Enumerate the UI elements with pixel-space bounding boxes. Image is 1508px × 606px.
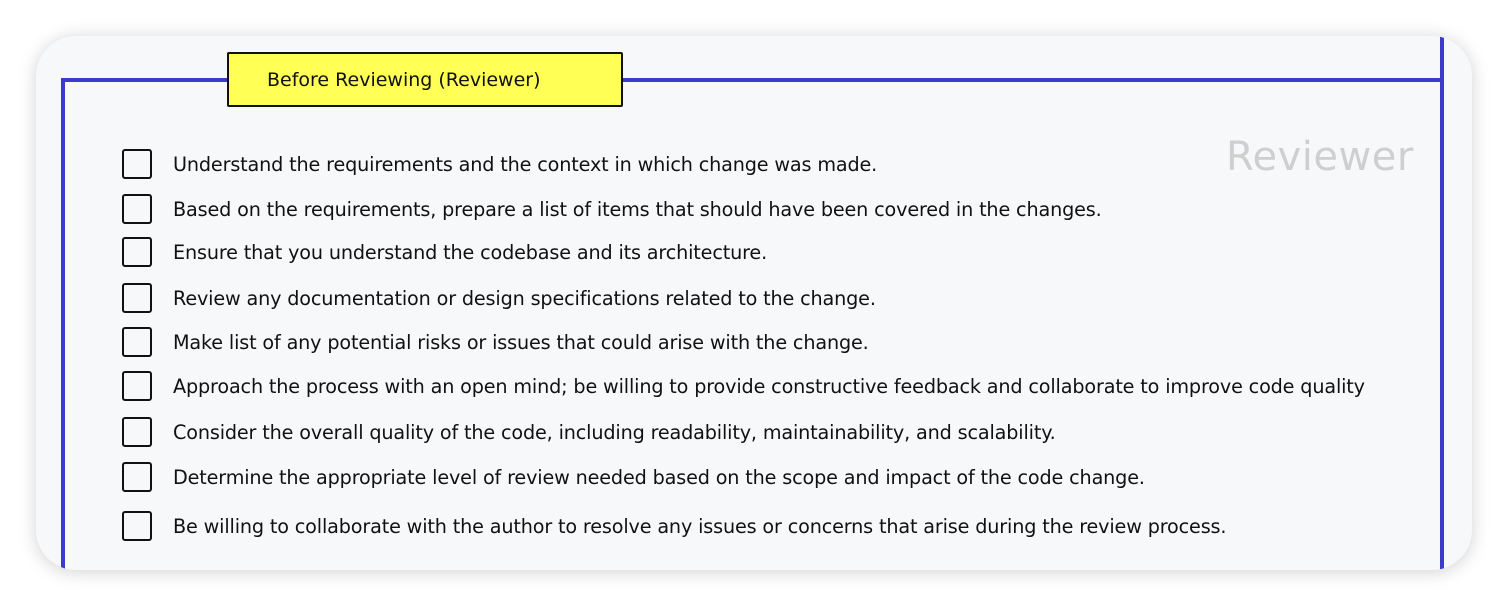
checkbox[interactable] (122, 462, 152, 492)
checklist-item[interactable]: Consider the overall quality of the code… (122, 415, 1056, 449)
checklist-item[interactable]: Be willing to collaborate with the autho… (122, 509, 1226, 543)
checkbox[interactable] (122, 194, 152, 224)
checklist: Understand the requirements and the cont… (122, 36, 1462, 570)
checklist-item-label: Ensure that you understand the codebase … (173, 240, 768, 264)
checklist-item[interactable]: Approach the process with an open mind; … (122, 369, 1365, 403)
checklist-item[interactable]: Ensure that you understand the codebase … (122, 235, 767, 269)
checklist-item-label: Understand the requirements and the cont… (173, 152, 878, 176)
checklist-item[interactable]: Based on the requirements, prepare a lis… (122, 192, 1102, 226)
checklist-item[interactable]: Make list of any potential risks or issu… (122, 325, 869, 359)
checkbox[interactable] (122, 237, 152, 267)
checklist-item[interactable]: Determine the appropriate level of revie… (122, 460, 1145, 494)
checkbox[interactable] (122, 511, 152, 541)
checklist-item-label: Review any documentation or design speci… (173, 286, 876, 310)
checkbox[interactable] (122, 149, 152, 179)
checklist-item-label: Determine the appropriate level of revie… (173, 465, 1145, 489)
checkbox[interactable] (122, 371, 152, 401)
checklist-item[interactable]: Understand the requirements and the cont… (122, 147, 877, 181)
checkbox[interactable] (122, 283, 152, 313)
checklist-item[interactable]: Review any documentation or design speci… (122, 281, 876, 315)
checklist-item-label: Make list of any potential risks or issu… (173, 330, 869, 354)
checkbox[interactable] (122, 327, 152, 357)
checkbox[interactable] (122, 417, 152, 447)
checklist-item-label: Consider the overall quality of the code… (173, 420, 1056, 444)
checklist-card: Before Reviewing (Reviewer) Reviewer Und… (36, 36, 1472, 570)
checklist-item-label: Approach the process with an open mind; … (173, 374, 1365, 398)
checklist-item-label: Based on the requirements, prepare a lis… (173, 197, 1102, 221)
checklist-item-label: Be willing to collaborate with the autho… (173, 514, 1227, 538)
